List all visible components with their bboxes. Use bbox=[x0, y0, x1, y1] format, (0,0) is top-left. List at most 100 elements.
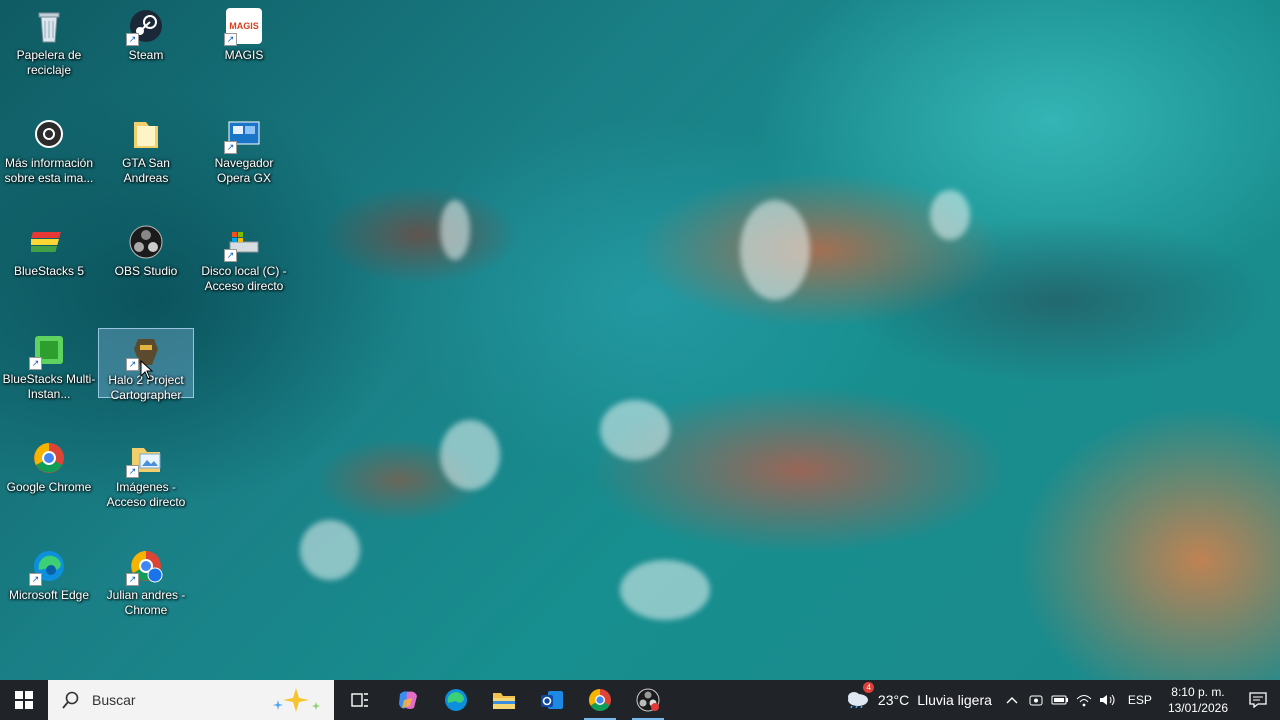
desktop-icon-opera-gx[interactable]: ↗ Navegador Opera GX bbox=[196, 112, 292, 185]
weather-widget[interactable]: 4 23°C Lluvia ligera bbox=[836, 680, 1000, 720]
shortcut-arrow-icon: ↗ bbox=[29, 357, 42, 370]
icon-label: BlueStacks Multi-Instan... bbox=[2, 372, 96, 401]
shortcut-arrow-icon: ↗ bbox=[126, 33, 139, 46]
wave-foam bbox=[300, 520, 360, 580]
task-view-button[interactable] bbox=[336, 680, 384, 720]
icon-label: Steam bbox=[128, 48, 164, 62]
icon-label: OBS Studio bbox=[114, 264, 178, 278]
shortcut-arrow-icon: ↗ bbox=[126, 573, 139, 586]
magis-icon: MAGIS ↗ bbox=[224, 8, 262, 46]
taskbar-chrome-button[interactable] bbox=[576, 680, 624, 720]
notification-icon bbox=[1249, 692, 1267, 708]
volume-button[interactable] bbox=[1096, 680, 1120, 720]
desktop-icon-magis[interactable]: MAGIS ↗ MAGIS bbox=[196, 4, 292, 74]
folder-icon bbox=[128, 116, 164, 152]
shortcut-arrow-icon: ↗ bbox=[224, 249, 237, 262]
desktop-icon-microsoft-edge[interactable]: ↗ Microsoft Edge bbox=[1, 544, 97, 614]
windows-logo-icon bbox=[15, 691, 33, 709]
clock[interactable]: 8:10 p. m. 13/01/2026 bbox=[1160, 680, 1236, 720]
weather-temperature: 23°C bbox=[877, 692, 910, 708]
opera-gx-icon: ↗ bbox=[224, 116, 262, 154]
start-button[interactable] bbox=[0, 680, 48, 720]
chevron-up-icon bbox=[1006, 697, 1018, 704]
desktop-icon-local-disk[interactable]: ↗ Disco local (C) - Acceso directo bbox=[196, 220, 292, 293]
desktop-icon-pictures[interactable]: ↗ Imágenes - Acceso directo bbox=[98, 436, 194, 509]
clock-time: 8:10 p. m. bbox=[1171, 685, 1225, 699]
copilot-button[interactable] bbox=[384, 680, 432, 720]
desktop-icon-bluestacks-multi[interactable]: ↗ BlueStacks Multi-Instan... bbox=[1, 328, 97, 401]
icon-label: Papelera de reciclaje bbox=[16, 48, 82, 77]
file-explorer-icon bbox=[493, 693, 515, 709]
taskbar-search-box[interactable]: Buscar bbox=[48, 680, 334, 720]
speaker-icon bbox=[1099, 694, 1115, 706]
icon-label: Julian andres - Chrome bbox=[106, 588, 186, 617]
bluestacks-icon bbox=[27, 224, 67, 260]
chrome-icon bbox=[589, 689, 611, 711]
edge-icon: ↗ bbox=[29, 548, 67, 586]
search-placeholder: Buscar bbox=[92, 692, 136, 708]
taskbar-obs-button[interactable] bbox=[624, 680, 672, 720]
shortcut-arrow-icon: ↗ bbox=[126, 358, 139, 371]
pictures-folder-icon: ↗ bbox=[126, 440, 164, 478]
wifi-icon bbox=[1076, 695, 1092, 707]
icon-label: GTA San Andreas bbox=[122, 156, 170, 185]
edge-icon bbox=[445, 689, 467, 711]
battery-button[interactable] bbox=[1048, 680, 1072, 720]
mouse-cursor-icon bbox=[140, 360, 154, 380]
obs-icon bbox=[128, 224, 164, 260]
icon-label: BlueStacks 5 bbox=[13, 264, 85, 278]
clock-date: 13/01/2026 bbox=[1167, 701, 1228, 715]
desktop-icon-google-chrome[interactable]: Google Chrome bbox=[1, 436, 97, 506]
notification-center-button[interactable] bbox=[1236, 680, 1280, 720]
icon-label: Navegador Opera GX bbox=[214, 156, 274, 185]
show-hidden-icons-button[interactable] bbox=[1000, 680, 1024, 720]
language-indicator[interactable]: ESP bbox=[1120, 680, 1160, 720]
wave-foam bbox=[620, 560, 710, 620]
weather-condition: Lluvia ligera bbox=[917, 692, 992, 708]
recycle-bin-icon bbox=[31, 8, 67, 44]
chrome-icon bbox=[31, 440, 67, 476]
shortcut-arrow-icon: ↗ bbox=[29, 573, 42, 586]
tray-meet-icon-button[interactable] bbox=[1024, 680, 1048, 720]
desktop-icon-steam[interactable]: ↗ Steam bbox=[98, 4, 194, 74]
wave-foam bbox=[930, 190, 970, 240]
wave-foam bbox=[600, 400, 670, 460]
shortcut-arrow-icon: ↗ bbox=[126, 465, 139, 478]
chrome-profile-icon: ↗ bbox=[126, 548, 164, 586]
wave-foam bbox=[440, 420, 500, 490]
wave-foam bbox=[440, 200, 470, 260]
info-camera-icon bbox=[31, 116, 67, 152]
desktop-icon-more-info[interactable]: Más información sobre esta ima... bbox=[1, 112, 97, 185]
icon-label: Disco local (C) - Acceso directo bbox=[201, 264, 287, 293]
copilot-icon bbox=[399, 691, 417, 709]
icon-label: Google Chrome bbox=[6, 480, 92, 494]
shortcut-arrow-icon: ↗ bbox=[224, 141, 237, 154]
outlook-icon bbox=[541, 691, 563, 709]
search-icon bbox=[62, 691, 79, 709]
obs-icon bbox=[636, 688, 660, 712]
desktop-icon-gta-san-andreas[interactable]: GTA San Andreas bbox=[98, 112, 194, 185]
wave-foam bbox=[740, 200, 810, 300]
icon-label: Imágenes - Acceso directo bbox=[106, 480, 186, 509]
task-view-icon bbox=[351, 693, 368, 707]
battery-icon bbox=[1051, 695, 1068, 705]
icon-label: MAGIS bbox=[224, 48, 264, 62]
search-highlight-sparkle-icon bbox=[273, 688, 320, 712]
desktop-icon-obs-studio[interactable]: OBS Studio bbox=[98, 220, 194, 290]
desktop-icon-recycle-bin[interactable]: Papelera de reciclaje bbox=[1, 4, 97, 77]
weather-alert-badge: 4 bbox=[863, 681, 874, 693]
icon-label: Más información sobre esta ima... bbox=[4, 156, 94, 185]
taskbar-edge-button[interactable] bbox=[432, 680, 480, 720]
bluestacks-multi-icon: ↗ bbox=[29, 332, 67, 370]
weather-cloud-icon: 4 bbox=[844, 681, 874, 713]
desktop-icon-julian-chrome[interactable]: ↗ Julian andres - Chrome bbox=[98, 544, 194, 617]
desktop-icon-bluestacks-5[interactable]: BlueStacks 5 bbox=[1, 220, 97, 290]
taskbar-outlook-button[interactable] bbox=[528, 680, 576, 720]
taskbar: Buscar 4 23°C Lluvia ligera ESP 8:10 p. … bbox=[0, 680, 1280, 720]
network-button[interactable] bbox=[1072, 680, 1096, 720]
system-tray: 4 23°C Lluvia ligera ESP 8:10 p. m. 13/0… bbox=[836, 680, 1280, 720]
shortcut-arrow-icon: ↗ bbox=[224, 33, 237, 46]
taskbar-file-explorer-button[interactable] bbox=[480, 680, 528, 720]
drive-icon: ↗ bbox=[224, 224, 262, 262]
camera-icon bbox=[1029, 695, 1043, 706]
